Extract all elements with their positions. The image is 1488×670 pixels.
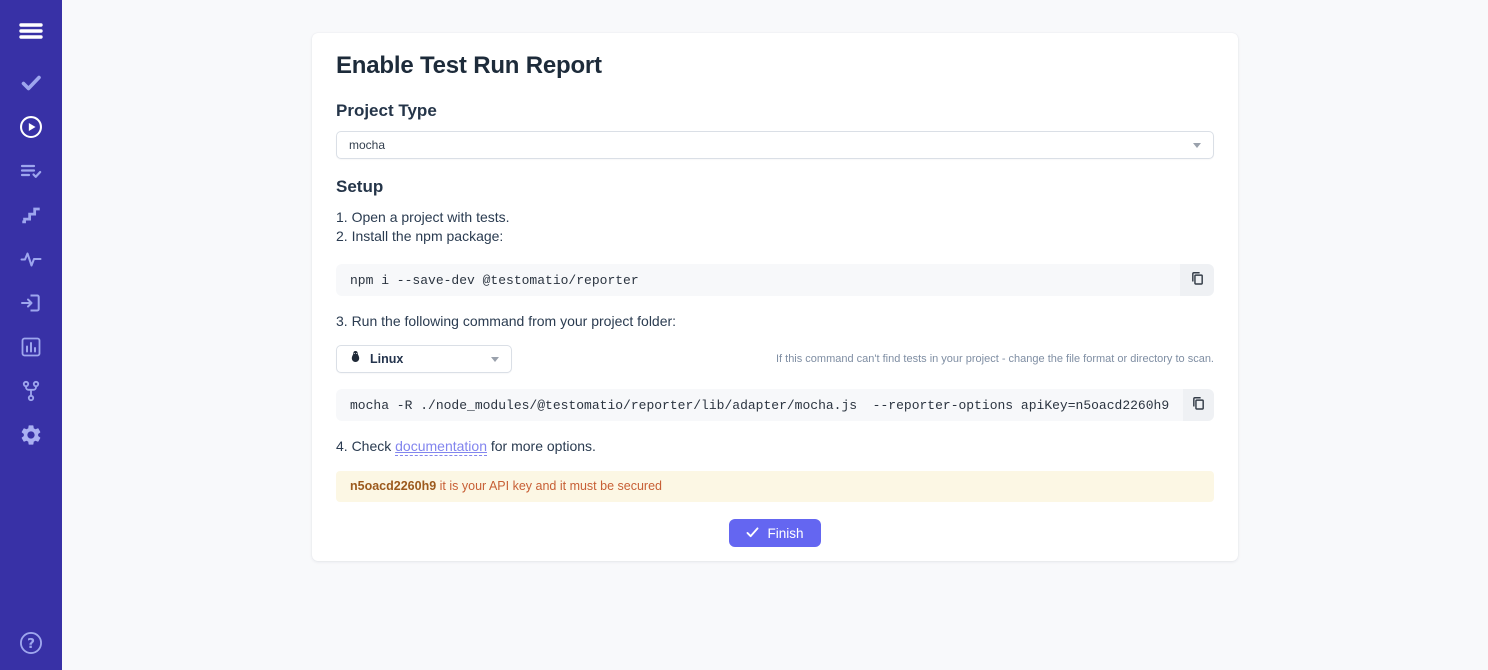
copy-run-command-button[interactable] — [1183, 389, 1214, 421]
os-row: Linux If this command can't find tests i… — [336, 345, 1214, 373]
main-content: Enable Test Run Report Project Type moch… — [62, 33, 1488, 670]
svg-text:?: ? — [27, 636, 35, 652]
run-command-text: mocha -R ./node_modules/@testomatio/repo… — [336, 389, 1183, 421]
gear-icon[interactable] — [17, 422, 45, 448]
documentation-link[interactable]: documentation — [395, 438, 487, 456]
project-type-selected-value: mocha — [349, 138, 385, 152]
setup-step-2: 2. Install the npm package: — [336, 227, 1214, 246]
branch-icon[interactable] — [17, 378, 45, 404]
step4-prefix: 4. Check — [336, 438, 395, 454]
chevron-down-icon — [491, 357, 499, 362]
api-key-warning: n5oacd2260h9 it is your API key and it m… — [336, 471, 1214, 502]
page-title: Enable Test Run Report — [336, 52, 1214, 80]
project-type-select[interactable]: mocha — [336, 131, 1214, 159]
setup-step-3: 3. Run the following command from your p… — [336, 312, 1214, 331]
check-icon[interactable] — [17, 70, 45, 96]
os-selected-value: Linux — [370, 352, 403, 366]
finish-button-label: Finish — [767, 526, 803, 541]
actions-row: Finish — [336, 519, 1214, 547]
play-circle-icon[interactable] — [17, 114, 45, 140]
copy-icon — [1189, 270, 1206, 290]
api-key-warning-text: it is your API key and it must be secure… — [436, 479, 662, 493]
setup-step-4: 4. Check documentation for more options. — [336, 437, 1214, 456]
chart-box-icon[interactable] — [17, 334, 45, 360]
help-icon[interactable]: ? — [17, 630, 45, 656]
menu-icon[interactable] — [17, 18, 45, 44]
copy-install-command-button[interactable] — [1180, 264, 1214, 296]
install-command-text: npm i --save-dev @testomatio/reporter — [336, 264, 1180, 296]
finish-button[interactable]: Finish — [729, 519, 820, 547]
playlist-check-icon[interactable] — [17, 158, 45, 184]
run-command-block: mocha -R ./node_modules/@testomatio/repo… — [336, 389, 1214, 421]
step4-suffix: for more options. — [487, 438, 596, 454]
sign-in-icon[interactable] — [17, 290, 45, 316]
setup-heading: Setup — [336, 177, 1214, 197]
stairs-icon[interactable] — [17, 202, 45, 228]
setup-step-1: 1. Open a project with tests. — [336, 208, 1214, 227]
os-select[interactable]: Linux — [336, 345, 512, 373]
linux-penguin-icon — [349, 350, 362, 368]
chevron-down-icon — [1193, 143, 1201, 148]
setup-card: Enable Test Run Report Project Type moch… — [312, 33, 1238, 561]
check-icon — [746, 526, 759, 541]
api-key-value: n5oacd2260h9 — [350, 479, 436, 493]
project-type-label: Project Type — [336, 101, 1214, 121]
sidebar: ? — [0, 0, 62, 670]
copy-icon — [1190, 395, 1207, 415]
activity-icon[interactable] — [17, 246, 45, 272]
install-command-block: npm i --save-dev @testomatio/reporter — [336, 264, 1214, 296]
scan-hint-text: If this command can't find tests in your… — [776, 353, 1214, 365]
